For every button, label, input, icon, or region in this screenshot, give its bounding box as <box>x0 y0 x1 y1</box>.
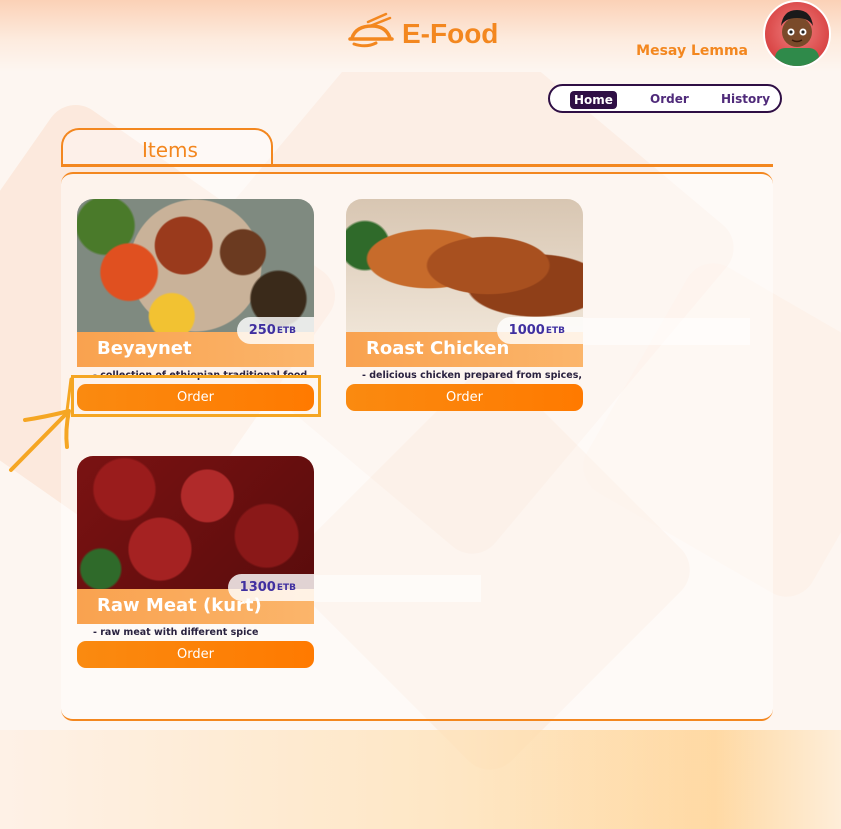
price-currency: ETB <box>276 325 296 336</box>
food-delivery-icon <box>346 12 396 56</box>
price-badge: 250 ETB <box>236 317 314 344</box>
food-image-beyaynet <box>77 199 314 332</box>
app-logo[interactable]: E-Food <box>346 12 498 56</box>
avatar[interactable] <box>763 0 831 68</box>
food-description: - raw meat with different spice <box>93 627 259 638</box>
user-name: Mesay Lemma <box>636 43 748 59</box>
background-band <box>0 730 841 829</box>
price-band-overflow <box>583 318 750 345</box>
app-title: E-Food <box>402 18 499 49</box>
food-card-raw-meat: 1300 ETB Raw Meat (kurt) - raw meat with … <box>77 456 314 668</box>
price-value: 1000 <box>508 323 545 338</box>
items-tab[interactable]: Items <box>61 128 273 165</box>
divider <box>61 164 773 167</box>
pointer-arrow-icon <box>5 375 85 479</box>
price-currency: ETB <box>545 325 565 336</box>
nav-history[interactable]: History <box>721 92 770 106</box>
header: E-Food Mesay Lemma <box>0 0 841 72</box>
nav-order[interactable]: Order <box>650 92 689 106</box>
price-badge: 1300 ETB <box>227 574 314 601</box>
food-description: - delicious chicken prepared from spices… <box>362 370 583 381</box>
order-button[interactable]: Order <box>77 641 314 668</box>
price-value: 250 <box>248 323 276 338</box>
nav-home[interactable]: Home <box>570 91 617 109</box>
price-badge: 1000 ETB <box>496 317 583 344</box>
main-nav: Home Order History <box>548 84 782 113</box>
food-image-roast-chicken <box>346 199 583 332</box>
price-band-overflow <box>313 575 481 602</box>
items-tab-label: Items <box>142 138 198 162</box>
food-image-raw-meat <box>77 456 314 589</box>
price-value: 1300 <box>239 580 276 595</box>
food-card-roast-chicken: 1000 ETB Roast Chicken - delicious chicke… <box>346 199 583 411</box>
highlight-box <box>71 375 321 417</box>
price-currency: ETB <box>276 582 296 593</box>
order-button[interactable]: Order <box>346 384 583 411</box>
